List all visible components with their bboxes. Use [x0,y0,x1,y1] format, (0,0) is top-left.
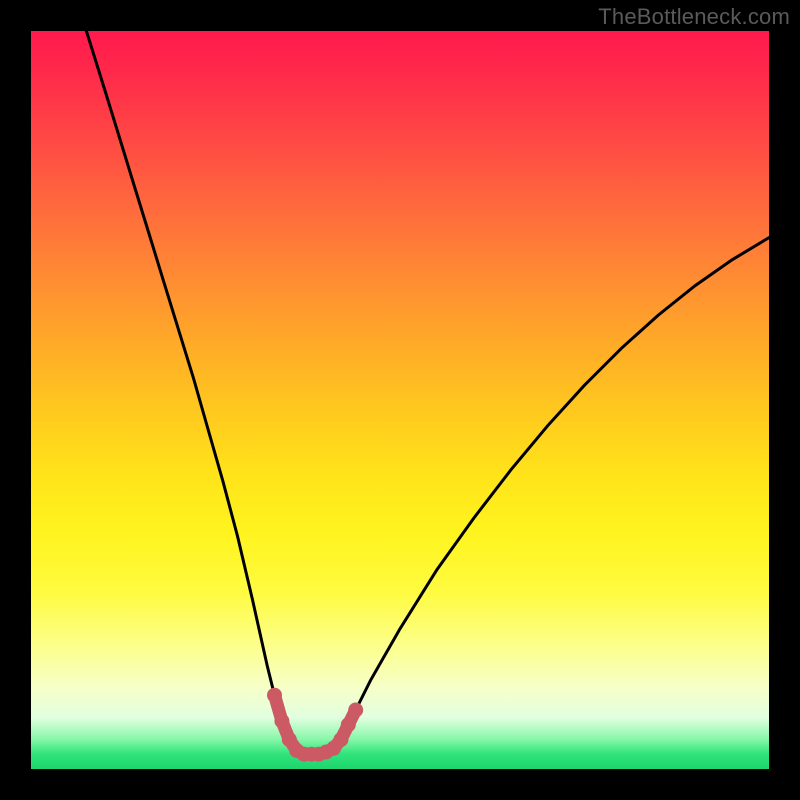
highlight-dot [341,717,356,732]
curve-left-branch [86,31,289,740]
highlight-dot [348,703,363,718]
highlight-dot [267,688,282,703]
highlight-dot [274,714,289,729]
plot-area [31,31,769,769]
watermark-text: TheBottleneck.com [598,4,790,30]
curve-layer [31,31,769,769]
chart-frame: TheBottleneck.com [0,0,800,800]
highlight-dot [334,732,349,747]
curve-right-branch [341,238,769,740]
